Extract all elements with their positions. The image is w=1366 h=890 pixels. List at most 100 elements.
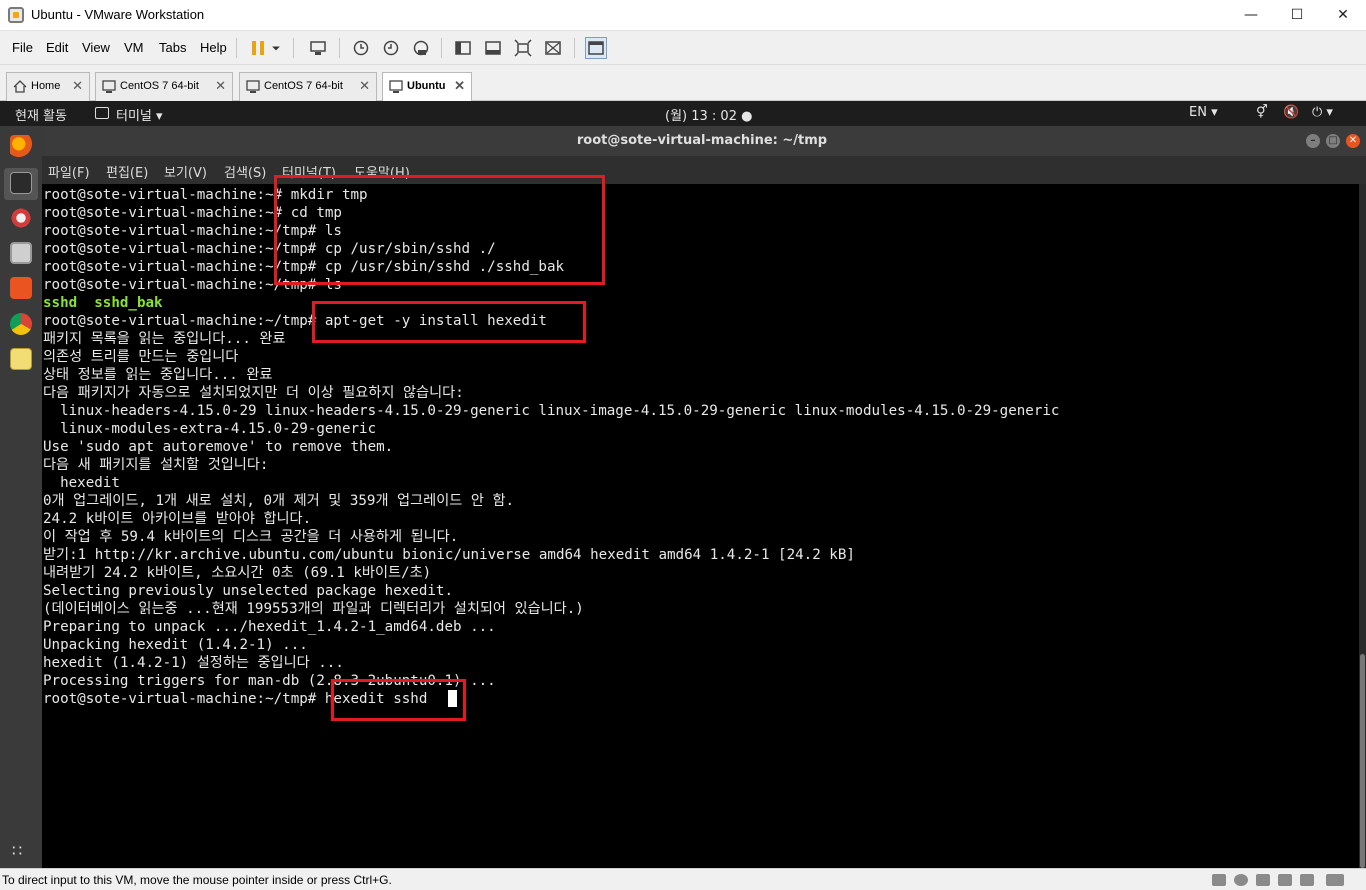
- chevron-down-icon[interactable]: [269, 37, 283, 59]
- terminal-app-icon: [95, 107, 109, 119]
- vm-display[interactable]: 현재 활동 터미널 ▾ (월) 13 : 02 ● EN ▾ ⚥ 🔇 ⏻ ▾ ∷…: [0, 101, 1366, 868]
- cd-drive-icon[interactable]: [1234, 874, 1248, 886]
- vm-icon: [389, 80, 403, 93]
- snapshot-icon[interactable]: [350, 37, 372, 59]
- maximize-button[interactable]: ☐: [1274, 0, 1320, 30]
- tab-home[interactable]: Home ✕: [6, 72, 90, 101]
- vmware-statusbar: To direct input to this VM, move the mou…: [0, 868, 1366, 890]
- terminal-output[interactable]: root@sote-virtual-machine:~# mkdir tmp ro…: [42, 184, 1359, 868]
- toolbar-separator: [293, 38, 294, 58]
- unity-mode-icon[interactable]: [542, 37, 564, 59]
- terminal-title: root@sote-virtual-machine: ~/tmp: [576, 133, 828, 148]
- terminal-line: hexedit (1.4.2-1) 설정하는 중입니다 ...: [43, 655, 344, 671]
- menu-edit[interactable]: Edit: [46, 40, 68, 55]
- toolbar-separator: [236, 38, 237, 58]
- menu-help[interactable]: Help: [200, 40, 227, 55]
- files-icon[interactable]: [10, 242, 32, 264]
- maximize-terminal-icon[interactable]: □: [1326, 134, 1340, 148]
- vm-tabbar: Home ✕ CentOS 7 64-bit ✕ CentOS 7 64-bit…: [0, 65, 1366, 101]
- clock[interactable]: (월) 13 : 02 ●: [665, 105, 752, 124]
- close-tab-icon[interactable]: ✕: [72, 78, 83, 94]
- terminal-line: 의존성 트리를 만드는 중입니다: [43, 349, 239, 365]
- fullscreen-icon[interactable]: [512, 37, 534, 59]
- terminal-line: 이 작업 후 59.4 k바이트의 디스크 공간을 더 사용하게 됩니다.: [43, 529, 459, 545]
- snapshot-manager-icon[interactable]: [410, 37, 432, 59]
- menu-tabs[interactable]: Tabs: [159, 40, 186, 55]
- scrollbar-thumb[interactable]: [1360, 654, 1365, 868]
- chrome-icon[interactable]: [10, 313, 32, 335]
- tab-centos-1[interactable]: CentOS 7 64-bit ✕: [95, 72, 233, 101]
- close-terminal-icon[interactable]: ✕: [1346, 134, 1360, 148]
- terminal-line: 패키지 목록을 읽는 중입니다... 완료: [43, 331, 286, 347]
- minimize-terminal-icon[interactable]: –: [1306, 134, 1320, 148]
- terminal-menubar: 파일(F) 편집(E) 보기(V) 검색(S) 터미널(T) 도움말(H): [42, 156, 1366, 184]
- send-ctrl-alt-del-icon[interactable]: [307, 37, 329, 59]
- terminal-line: 다음 패키지가 자동으로 설치되었지만 더 이상 필요하지 않습니다:: [43, 385, 464, 401]
- terminal-menu-search[interactable]: 검색(S): [224, 162, 266, 181]
- terminal-icon[interactable]: [10, 172, 32, 194]
- text-editor-icon[interactable]: [10, 348, 32, 370]
- toolbar-separator: [339, 38, 340, 58]
- terminal-scrollbar[interactable]: [1359, 184, 1366, 868]
- tab-label: CentOS 7 64-bit: [120, 80, 199, 92]
- firefox-icon[interactable]: [10, 135, 32, 157]
- terminal-line: linux-modules-extra-4.15.0-29-generic: [43, 421, 377, 437]
- revert-snapshot-icon[interactable]: [380, 37, 402, 59]
- vmware-menubar: File Edit View VM Tabs Help: [0, 31, 1366, 65]
- terminal-line: linux-headers-4.15.0-29 linux-headers-4.…: [43, 403, 1060, 419]
- input-source-menu[interactable]: EN ▾: [1189, 105, 1218, 120]
- terminal-menu-edit[interactable]: 편집(E): [106, 162, 148, 181]
- network-icon[interactable]: [1256, 874, 1270, 886]
- pause-icon[interactable]: [247, 37, 269, 59]
- terminal-menu-view[interactable]: 보기(V): [164, 162, 207, 181]
- terminal-line: sshd sshd_bak: [43, 295, 163, 311]
- terminal-line: Selecting previously unselected package …: [43, 583, 453, 599]
- menu-vm[interactable]: VM: [124, 40, 144, 55]
- sound-icon[interactable]: [1300, 874, 1314, 886]
- terminal-line: hexedit: [43, 475, 120, 491]
- display-icon[interactable]: [1326, 874, 1344, 886]
- power-icon[interactable]: ⏻ ▾: [1312, 105, 1333, 120]
- vm-icon: [246, 80, 260, 93]
- tab-label: CentOS 7 64-bit: [264, 80, 343, 92]
- close-window-button[interactable]: ✕: [1320, 0, 1366, 30]
- minimize-button[interactable]: —: [1228, 0, 1274, 30]
- thumbnail-bar-icon[interactable]: [482, 37, 504, 59]
- vmware-app-icon: [8, 7, 24, 23]
- usb-icon[interactable]: [1278, 874, 1292, 886]
- window-title: Ubuntu - VMware Workstation: [31, 7, 205, 22]
- close-tab-icon[interactable]: ✕: [359, 78, 370, 94]
- show-library-icon[interactable]: [452, 37, 474, 59]
- highlight-box-copy-commands: [274, 175, 605, 285]
- show-applications-icon[interactable]: ∷: [12, 841, 22, 860]
- close-tab-icon[interactable]: ✕: [454, 78, 465, 94]
- terminal-line: 상태 정보를 읽는 중입니다... 완료: [43, 367, 273, 383]
- volume-icon[interactable]: 🔇: [1283, 105, 1299, 120]
- tab-label: Home: [31, 80, 61, 92]
- menu-view[interactable]: View: [82, 40, 110, 55]
- close-tab-icon[interactable]: ✕: [215, 78, 226, 94]
- terminal-menu-file[interactable]: 파일(F): [48, 162, 90, 181]
- terminal-line: Use 'sudo apt autoremove' to remove them…: [43, 439, 394, 455]
- terminal-line: 내려받기 24.2 k바이트, 소요시간 0초 (69.1 k바이트/초): [43, 565, 432, 581]
- tab-centos-2[interactable]: CentOS 7 64-bit ✕: [239, 72, 377, 101]
- app-menu-label: 터미널: [116, 109, 152, 124]
- app-menu[interactable]: 터미널 ▾: [116, 105, 163, 124]
- activities-button[interactable]: 현재 활동: [15, 105, 67, 124]
- toolbar-separator: [441, 38, 442, 58]
- window-titlebar: Ubuntu - VMware Workstation — ☐ ✕: [0, 0, 1366, 31]
- notification-dot-icon: ●: [736, 109, 753, 124]
- tab-ubuntu[interactable]: Ubuntu ✕: [382, 72, 472, 101]
- highlight-box-hexedit-command: [331, 679, 466, 721]
- terminal-line: 24.2 k바이트 아카이브를 받아야 합니다.: [43, 511, 312, 527]
- console-view-icon[interactable]: [585, 37, 607, 59]
- hard-disk-icon[interactable]: [1212, 874, 1226, 886]
- software-center-icon[interactable]: [10, 277, 32, 299]
- menu-file[interactable]: File: [12, 40, 33, 55]
- accessibility-icon[interactable]: ⚥: [1256, 105, 1268, 120]
- status-message: To direct input to this VM, move the mou…: [2, 873, 392, 887]
- settings-icon[interactable]: [10, 207, 32, 229]
- terminal-line: (데이터베이스 읽는중 ...현재 199553개의 파일과 디렉터리가 설치되…: [43, 601, 584, 617]
- clock-label: (월) 13 : 02: [665, 109, 737, 124]
- input-source-label: EN: [1189, 105, 1207, 120]
